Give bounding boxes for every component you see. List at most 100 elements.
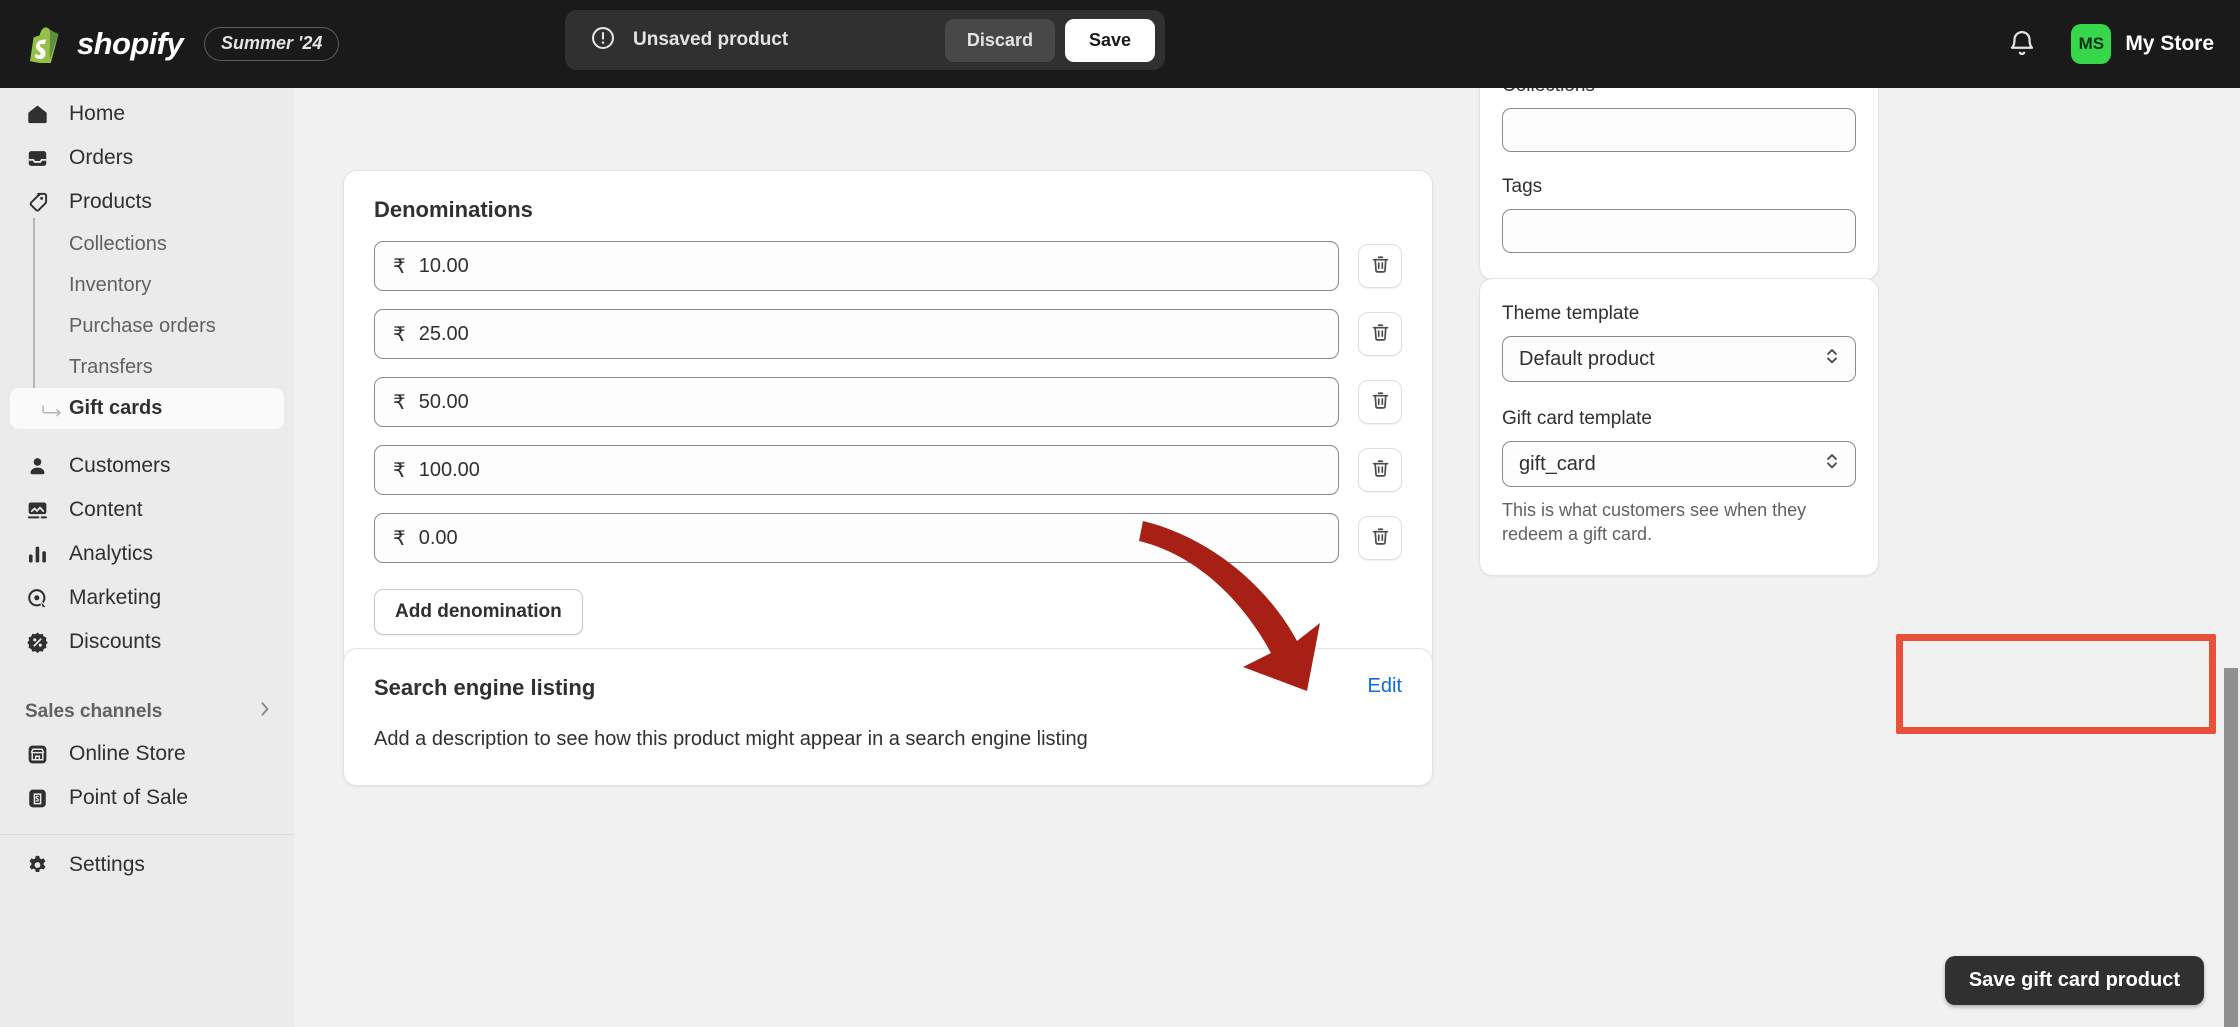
edit-seo-link[interactable]: Edit <box>1368 675 1402 698</box>
shopify-brand[interactable]: shopify Summer '24 <box>0 25 340 65</box>
unsaved-status-text: Unsaved product <box>633 29 789 50</box>
sidebar-item-label: Online Store <box>69 742 186 765</box>
gift-card-template-select[interactable]: gift_card <box>1502 441 1856 487</box>
sidebar-item-discounts[interactable]: Discounts <box>10 620 284 664</box>
tags-input[interactable] <box>1502 209 1856 253</box>
notifications-bell-icon[interactable] <box>2007 28 2037 60</box>
sidebar-item-label: Transfers <box>69 356 153 378</box>
denomination-row: ₹ 100.00 <box>374 445 1402 495</box>
gift-card-template-label: Gift card template <box>1502 408 1652 429</box>
sidebar-item-label: Purchase orders <box>69 315 216 337</box>
sidebar-item-home[interactable]: Home <box>10 92 284 136</box>
analytics-icon <box>25 542 50 567</box>
denomination-input[interactable]: ₹ 25.00 <box>374 309 1339 359</box>
delete-denomination-button[interactable] <box>1358 380 1402 424</box>
main-scrollbar-track[interactable] <box>2222 60 2240 1027</box>
trash-icon <box>1370 254 1391 278</box>
store-account-chip[interactable]: MS My Store <box>2071 24 2214 64</box>
tags-label: Tags <box>1502 176 1543 197</box>
sidebar-item-marketing[interactable]: Marketing <box>10 576 284 620</box>
sidebar-item-label: Settings <box>69 853 145 876</box>
add-denomination-button[interactable]: Add denomination <box>374 589 583 635</box>
sidebar-item-customers[interactable]: Customers <box>10 444 284 488</box>
home-icon <box>25 102 50 127</box>
denomination-input[interactable]: ₹ 50.00 <box>374 377 1339 427</box>
sidebar-item-orders[interactable]: Orders <box>10 136 284 180</box>
delete-denomination-button[interactable] <box>1358 448 1402 492</box>
top-bar: shopify Summer '24 Unsaved product Disca… <box>0 0 2240 88</box>
sales-channels-label: Sales channels <box>25 701 163 722</box>
denomination-input[interactable]: ₹ 10.00 <box>374 241 1339 291</box>
organization-card: Collections Tags <box>1479 60 1879 280</box>
sidebar-item-label: Home <box>69 102 126 125</box>
denomination-row: ₹ 10.00 <box>374 241 1402 291</box>
save-gift-card-product-button[interactable]: Save gift card product <box>1944 956 2204 1005</box>
denominations-title: Denominations <box>374 197 533 222</box>
brand-wordmark: shopify <box>77 26 184 61</box>
sidebar-item-label: Products <box>69 190 152 213</box>
chevron-updown-icon <box>1823 345 1841 373</box>
sidebar-item-label: Marketing <box>69 586 162 609</box>
currency-symbol: ₹ <box>393 391 406 414</box>
sidebar-subitem-purchase-orders[interactable]: Purchase orders <box>10 306 284 347</box>
currency-symbol: ₹ <box>393 255 406 278</box>
sales-channels-section-header[interactable]: Sales channels <box>0 692 294 732</box>
trash-icon <box>1370 458 1391 482</box>
search-engine-listing-card: Search engine listing Edit Add a descrip… <box>343 648 1433 786</box>
denomination-value: 0.00 <box>418 526 458 549</box>
theme-template-label: Theme template <box>1502 303 1640 324</box>
sidebar-subitem-collections[interactable]: Collections <box>10 224 284 265</box>
sidebar-subitem-gift-cards[interactable]: Gift cards <box>10 388 284 429</box>
avatar: MS <box>2071 24 2112 64</box>
alert-circle-icon <box>590 25 616 56</box>
main-content-area: Denominations ₹ 10.00 ₹ 25.00 ₹ 50.00 ₹ … <box>294 60 2240 1027</box>
denomination-value: 10.00 <box>418 254 469 277</box>
savebar-status: Unsaved product <box>565 25 945 56</box>
theme-template-value: Default product <box>1519 347 1655 370</box>
sidebar-item-content[interactable]: Content <box>10 488 284 532</box>
sidebar-item-analytics[interactable]: Analytics <box>10 532 284 576</box>
sidebar-item-label: Content <box>69 498 143 521</box>
denomination-value: 100.00 <box>418 458 480 481</box>
sidebar-item-online-store[interactable]: Online Store <box>10 732 284 776</box>
gift-card-template-help-text: This is what customers see when they red… <box>1502 500 1807 545</box>
sidebar-subitem-inventory[interactable]: Inventory <box>10 265 284 306</box>
currency-symbol: ₹ <box>393 459 406 482</box>
seo-description-text: Add a description to see how this produc… <box>374 728 1088 750</box>
denomination-value: 25.00 <box>418 322 469 345</box>
denomination-input[interactable]: ₹ 100.00 <box>374 445 1339 495</box>
sidebar-item-label: Orders <box>69 146 134 169</box>
denomination-input[interactable]: ₹ 0.00 <box>374 513 1339 563</box>
currency-symbol: ₹ <box>393 527 406 550</box>
sidebar-item-label: Customers <box>69 454 171 477</box>
denomination-row: ₹ 50.00 <box>374 377 1402 427</box>
store-name-label: My Store <box>2125 32 2214 55</box>
marketing-icon <box>25 586 50 611</box>
save-button[interactable]: Save <box>1064 18 1155 62</box>
tree-arrow-icon <box>42 402 64 416</box>
theme-template-select[interactable]: Default product <box>1502 336 1856 382</box>
customer-icon <box>25 454 50 479</box>
storefront-icon <box>25 742 50 767</box>
pos-icon <box>25 786 50 811</box>
delete-denomination-button[interactable] <box>1358 244 1402 288</box>
version-badge: Summer '24 <box>204 27 340 61</box>
sidebar-item-products[interactable]: Products <box>10 180 284 224</box>
sidebar-subitem-transfers[interactable]: Transfers <box>10 347 284 388</box>
denominations-card: Denominations ₹ 10.00 ₹ 25.00 ₹ 50.00 ₹ … <box>343 170 1433 668</box>
main-scrollbar-thumb[interactable] <box>2224 668 2238 1027</box>
currency-symbol: ₹ <box>393 323 406 346</box>
shopify-logo-icon <box>28 25 62 65</box>
sidebar-item-label: Inventory <box>69 274 152 296</box>
unsaved-changes-bar: Unsaved product Discard Save <box>565 10 1165 70</box>
sidebar-item-point-of-sale[interactable]: Point of Sale <box>10 776 284 820</box>
discount-icon <box>25 630 50 655</box>
sidebar-item-settings[interactable]: Settings <box>10 843 284 887</box>
collections-input[interactable] <box>1502 108 1856 152</box>
delete-denomination-button[interactable] <box>1358 312 1402 356</box>
tag-icon <box>25 190 50 215</box>
discard-button[interactable]: Discard <box>944 18 1055 62</box>
delete-denomination-button[interactable] <box>1358 516 1402 560</box>
trash-icon <box>1370 322 1391 346</box>
gear-icon <box>25 853 50 878</box>
